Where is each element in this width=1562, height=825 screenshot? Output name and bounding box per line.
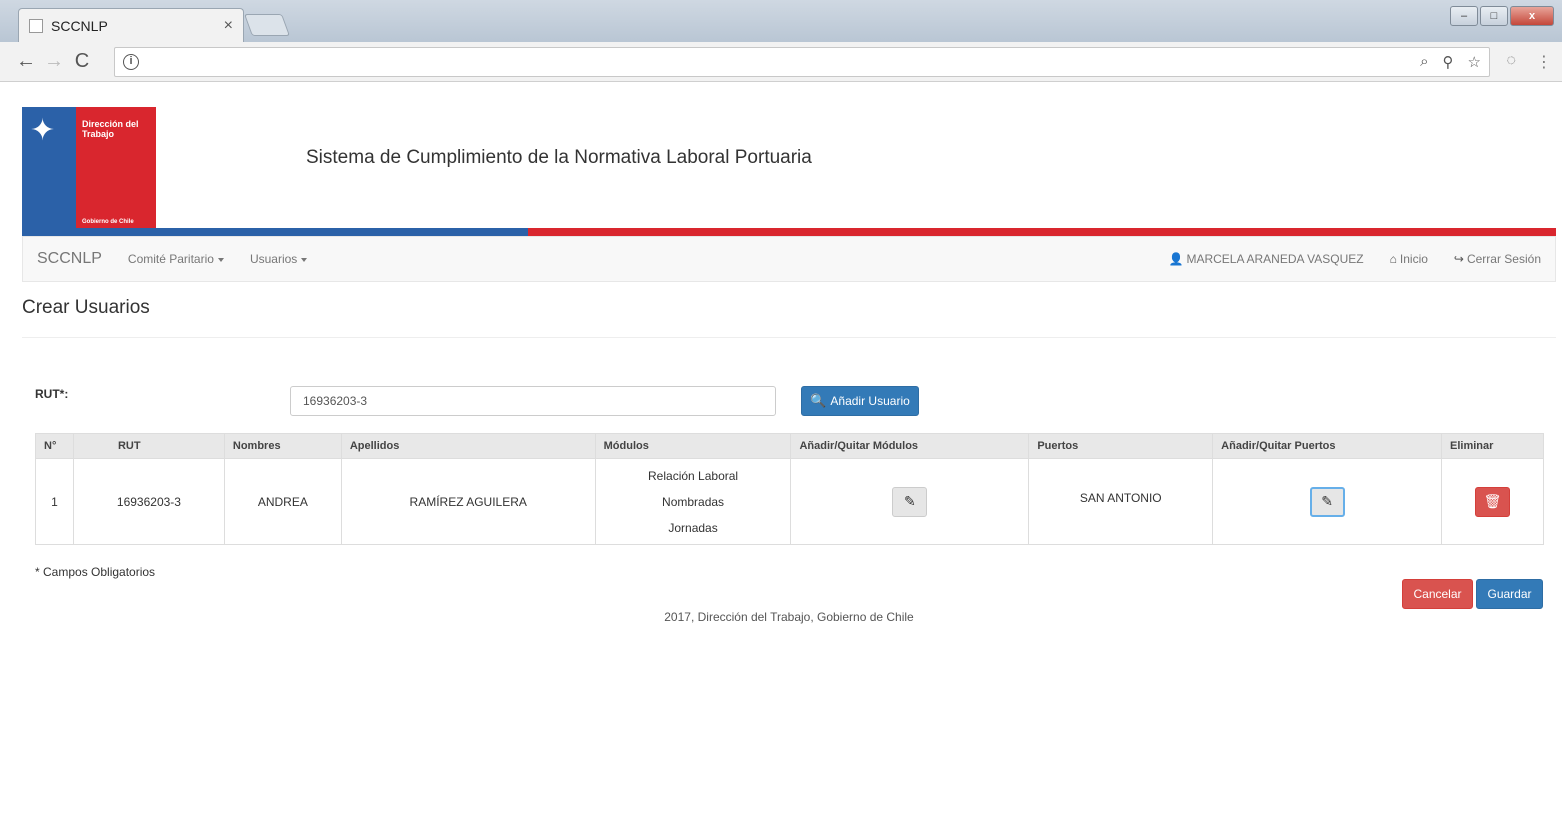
star-icon[interactable]: ☆ bbox=[1468, 53, 1481, 71]
gov-name: Gobierno de Chile bbox=[82, 219, 134, 225]
forward-icon[interactable]: → bbox=[40, 50, 68, 73]
cancel-button[interactable]: Cancelar bbox=[1402, 579, 1473, 609]
nav-logout[interactable]: ↪ Cerrar Sesión bbox=[1454, 252, 1541, 266]
required-fields-note: * Campos Obligatorios bbox=[35, 565, 156, 579]
col-add-puertos: Añadir/Quitar Puertos bbox=[1212, 433, 1442, 459]
users-table: N° RUT Nombres Apellidos Módulos Añadir/… bbox=[35, 433, 1544, 545]
page: ✦ Dirección del Trabajo Gobierno de Chil… bbox=[0, 83, 1562, 825]
save-button[interactable]: Guardar bbox=[1476, 579, 1543, 609]
user-icon: 👤 bbox=[1168, 252, 1184, 266]
favicon-icon bbox=[29, 18, 43, 33]
zoom-icon[interactable]: ⌕ bbox=[1420, 53, 1428, 71]
cell-add-modulos: ✎ bbox=[790, 458, 1030, 545]
home-label: Inicio bbox=[1399, 252, 1428, 266]
caret-down-icon bbox=[301, 257, 308, 262]
col-eliminar: Eliminar bbox=[1441, 433, 1544, 459]
module-item: Jornadas bbox=[668, 520, 718, 535]
cell-num: 1 bbox=[35, 458, 74, 545]
col-add-modulos: Añadir/Quitar Módulos bbox=[790, 433, 1030, 459]
agency-logo: ✦ Dirección del Trabajo Gobierno de Chil… bbox=[22, 107, 156, 231]
browser-title-bar: SCCNLP × – □ x bbox=[0, 0, 1562, 42]
table-header-row: N° RUT Nombres Apellidos Módulos Añadir/… bbox=[35, 433, 1544, 459]
col-nombres: Nombres bbox=[223, 433, 342, 459]
system-title: Sistema de Cumplimiento de la Normativa … bbox=[306, 147, 812, 168]
minimize-button[interactable]: – bbox=[1450, 6, 1478, 26]
page-title: Crear Usuarios bbox=[22, 297, 150, 318]
window-controls: – □ x bbox=[1450, 6, 1554, 26]
pencil-icon: ✎ bbox=[1321, 493, 1333, 509]
caret-down-icon bbox=[217, 257, 224, 262]
search-icon: 🔍 bbox=[810, 393, 827, 408]
footer: 2017, Dirección del Trabajo, Gobierno de… bbox=[664, 610, 914, 624]
nav-label: Usuarios bbox=[249, 252, 298, 266]
window-close-button[interactable]: x bbox=[1510, 6, 1554, 26]
key-icon[interactable]: ⚲ bbox=[1443, 53, 1454, 71]
cell-rut: 16936203-3 bbox=[72, 458, 225, 545]
back-icon[interactable]: ← bbox=[12, 50, 40, 73]
rut-label: RUT*: bbox=[35, 387, 69, 401]
menu-icon[interactable]: ⋮ bbox=[1536, 52, 1552, 72]
browser-toolbar: ← → C i ⌕ ⚲ ☆ ◌ ⋮ bbox=[0, 42, 1562, 82]
nav-comite-paritario[interactable]: Comité Paritario bbox=[128, 252, 224, 266]
site-header: ✦ Dirección del Trabajo Gobierno de Chil… bbox=[22, 107, 1556, 237]
divider bbox=[22, 337, 1556, 338]
main-navbar: SCCNLP Comité Paritario Usuarios 👤 MARCEL… bbox=[22, 236, 1556, 282]
user-name: MARCELA ARANEDA VASQUEZ bbox=[1186, 252, 1364, 266]
tab-title: SCCNLP bbox=[51, 17, 108, 34]
address-bar[interactable]: i ⌕ ⚲ ☆ bbox=[114, 47, 1490, 77]
reload-icon[interactable]: C bbox=[68, 50, 96, 73]
home-icon: ⌂ bbox=[1389, 252, 1397, 266]
logout-icon: ↪ bbox=[1453, 252, 1464, 266]
new-tab-button[interactable] bbox=[243, 14, 291, 36]
pencil-icon: ✎ bbox=[904, 493, 916, 509]
col-apellidos: Apellidos bbox=[340, 433, 596, 459]
col-puertos: Puertos bbox=[1028, 433, 1214, 459]
module-item: Relación Laboral bbox=[648, 468, 739, 483]
info-icon[interactable]: i bbox=[123, 54, 139, 70]
edit-modules-button[interactable]: ✎ bbox=[892, 486, 928, 517]
flag-stripe bbox=[22, 228, 1556, 236]
add-user-button[interactable]: 🔍 Añadir Usuario bbox=[801, 386, 919, 416]
logout-label: Cerrar Sesión bbox=[1466, 252, 1541, 266]
cell-puertos: SAN ANTONIO bbox=[1028, 458, 1214, 545]
agency-name: Dirección del Trabajo bbox=[82, 119, 139, 139]
cell-nombres: ANDREA bbox=[223, 458, 342, 545]
extension-icon[interactable]: ◌ bbox=[1506, 52, 1516, 72]
nav-user[interactable]: 👤 MARCELA ARANEDA VASQUEZ bbox=[1169, 252, 1364, 266]
cell-modulos: Relación Laboral Nombradas Jornadas bbox=[594, 458, 792, 545]
rut-input[interactable] bbox=[290, 386, 776, 416]
trash-icon: 🗑 bbox=[1483, 493, 1502, 509]
coat-of-arms-icon: ✦ bbox=[30, 114, 56, 147]
col-modulos: Módulos bbox=[594, 433, 792, 459]
add-user-label: Añadir Usuario bbox=[830, 394, 910, 408]
nav-usuarios[interactable]: Usuarios bbox=[249, 252, 308, 266]
maximize-button[interactable]: □ bbox=[1480, 6, 1508, 26]
table-row: 1 16936203-3 ANDREA RAMÍREZ AGUILERA Rel… bbox=[35, 458, 1544, 545]
col-num: N° bbox=[35, 433, 74, 459]
browser-tab[interactable]: SCCNLP × bbox=[18, 8, 244, 42]
cell-add-puertos: ✎ bbox=[1212, 458, 1442, 545]
module-item: Nombradas bbox=[662, 494, 725, 509]
col-rut: RUT bbox=[72, 433, 225, 459]
cell-eliminar: 🗑 bbox=[1441, 458, 1544, 545]
cell-apellidos: RAMÍREZ AGUILERA bbox=[340, 458, 596, 545]
nav-home[interactable]: ⌂ Inicio bbox=[1390, 252, 1428, 266]
close-tab-icon[interactable]: × bbox=[224, 17, 233, 35]
delete-user-button[interactable]: 🗑 bbox=[1475, 486, 1510, 517]
navbar-brand[interactable]: SCCNLP bbox=[37, 250, 102, 268]
edit-ports-button[interactable]: ✎ bbox=[1309, 486, 1345, 517]
nav-label: Comité Paritario bbox=[127, 252, 214, 266]
